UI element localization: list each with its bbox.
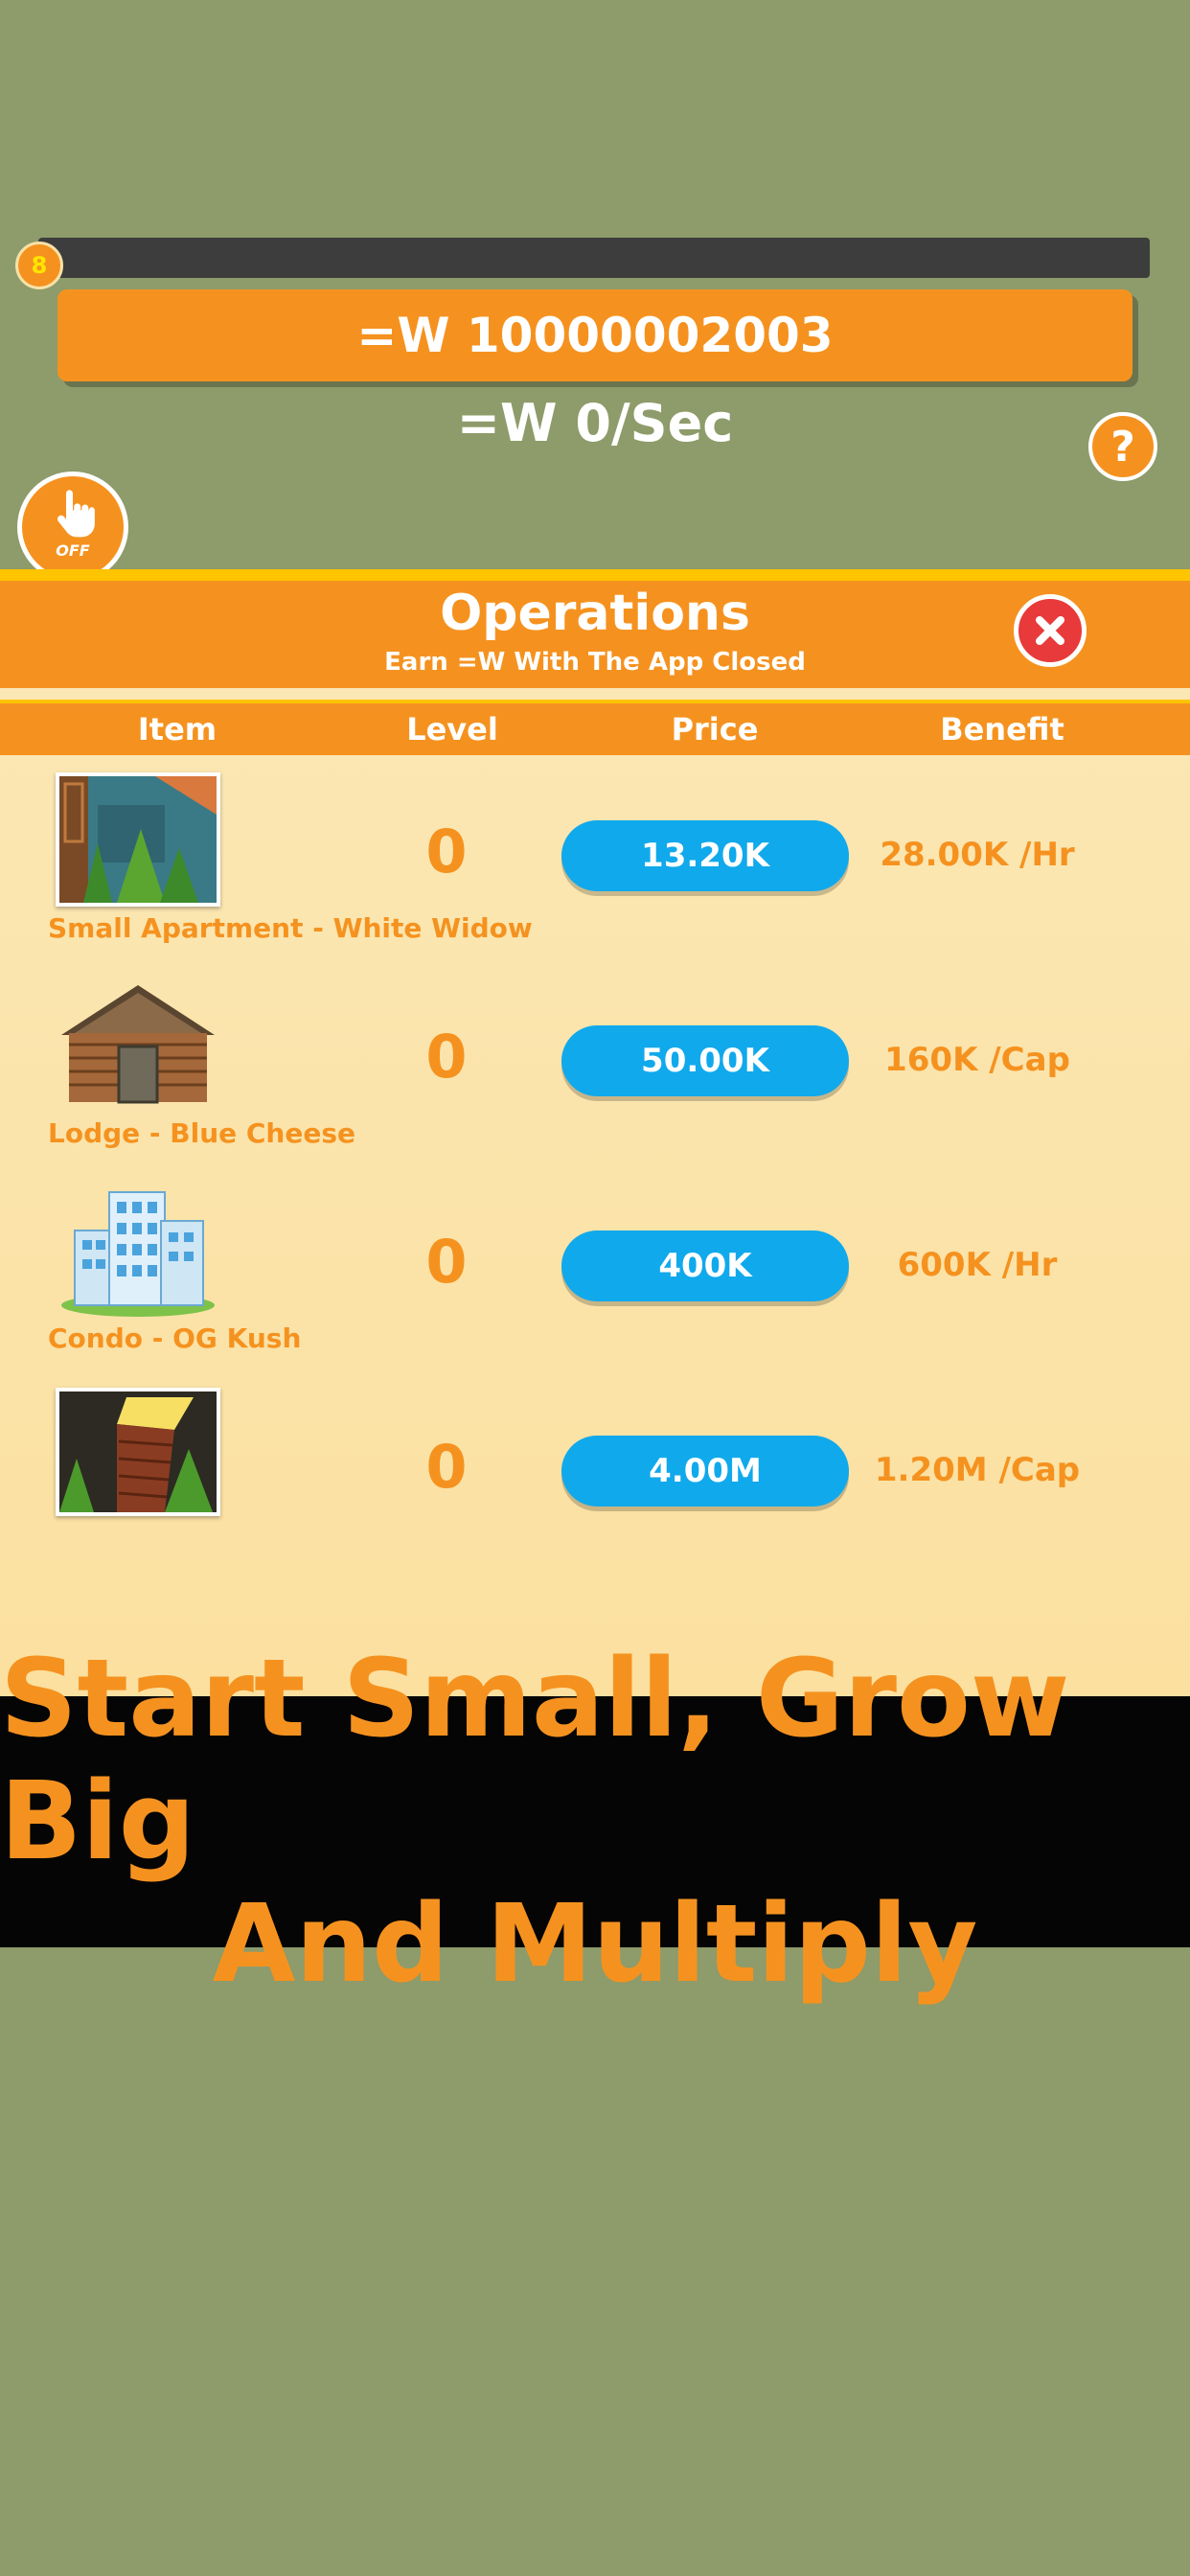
buy-button[interactable]: 50.00K	[561, 1025, 849, 1096]
column-header-price: Price	[671, 711, 759, 748]
level-badge: 8	[15, 242, 63, 289]
item-benefit: 600K /Hr	[897, 1246, 1058, 1284]
money-balance: =W 10000002003	[57, 289, 1133, 381]
list-item: Small Apartment - White Widow 0 13.20K 2…	[0, 767, 1190, 972]
apartment-thumbnail	[56, 772, 220, 907]
list-item: 0 4.00M 1.20M /Cap	[0, 1382, 1190, 1587]
hand-pointer-icon	[57, 489, 95, 537]
promo-caption: Start Small, Grow Big And Multiply	[0, 1638, 1190, 2006]
item-level: 0	[425, 1227, 468, 1297]
close-icon	[1036, 616, 1064, 645]
buy-button[interactable]: 400K	[561, 1230, 849, 1301]
operations-panel: Operations Earn =W With The App Closed I…	[0, 569, 1190, 1696]
list-item: Lodge - Blue Cheese 0 50.00K 160K /Cap	[0, 972, 1190, 1177]
list-item: Condo - OG Kush 0 400K 600K /Hr	[0, 1177, 1190, 1382]
item-name: Lodge - Blue Cheese	[48, 1117, 356, 1149]
help-button[interactable]: ?	[1088, 412, 1157, 481]
caption-line-1: Start Small, Grow Big	[0, 1637, 1070, 1884]
experience-bar	[38, 238, 1150, 278]
income-rate: =W 0/Sec	[456, 393, 734, 453]
buy-button[interactable]: 13.20K	[561, 820, 849, 891]
column-header-item: Item	[137, 711, 217, 748]
basement-thumbnail	[56, 1388, 220, 1516]
panel-subtitle: Earn =W With The App Closed	[384, 648, 806, 677]
item-benefit: 1.20M /Cap	[874, 1451, 1081, 1489]
column-header-benefit: Benefit	[940, 711, 1064, 748]
auto-tap-toggle[interactable]: OFF	[17, 472, 128, 583]
column-header-level: Level	[406, 711, 498, 748]
item-level: 0	[425, 1022, 468, 1092]
buy-button[interactable]: 4.00M	[561, 1436, 849, 1506]
item-level: 0	[425, 1432, 468, 1502]
panel-title: Operations	[440, 585, 750, 642]
item-benefit: 160K /Cap	[884, 1041, 1070, 1079]
caption-line-2: And Multiply	[212, 1882, 978, 2007]
item-name: Condo - OG Kush	[48, 1322, 302, 1354]
condo-thumbnail	[56, 1183, 220, 1317]
item-level: 0	[425, 816, 468, 886]
column-header-row: Item Level Price Benefit	[0, 700, 1190, 755]
lodge-thumbnail	[56, 978, 220, 1112]
auto-tap-state: OFF	[56, 540, 90, 560]
close-button[interactable]	[1014, 594, 1087, 667]
item-name: Small Apartment - White Widow	[48, 912, 533, 944]
item-benefit: 28.00K /Hr	[880, 836, 1075, 874]
